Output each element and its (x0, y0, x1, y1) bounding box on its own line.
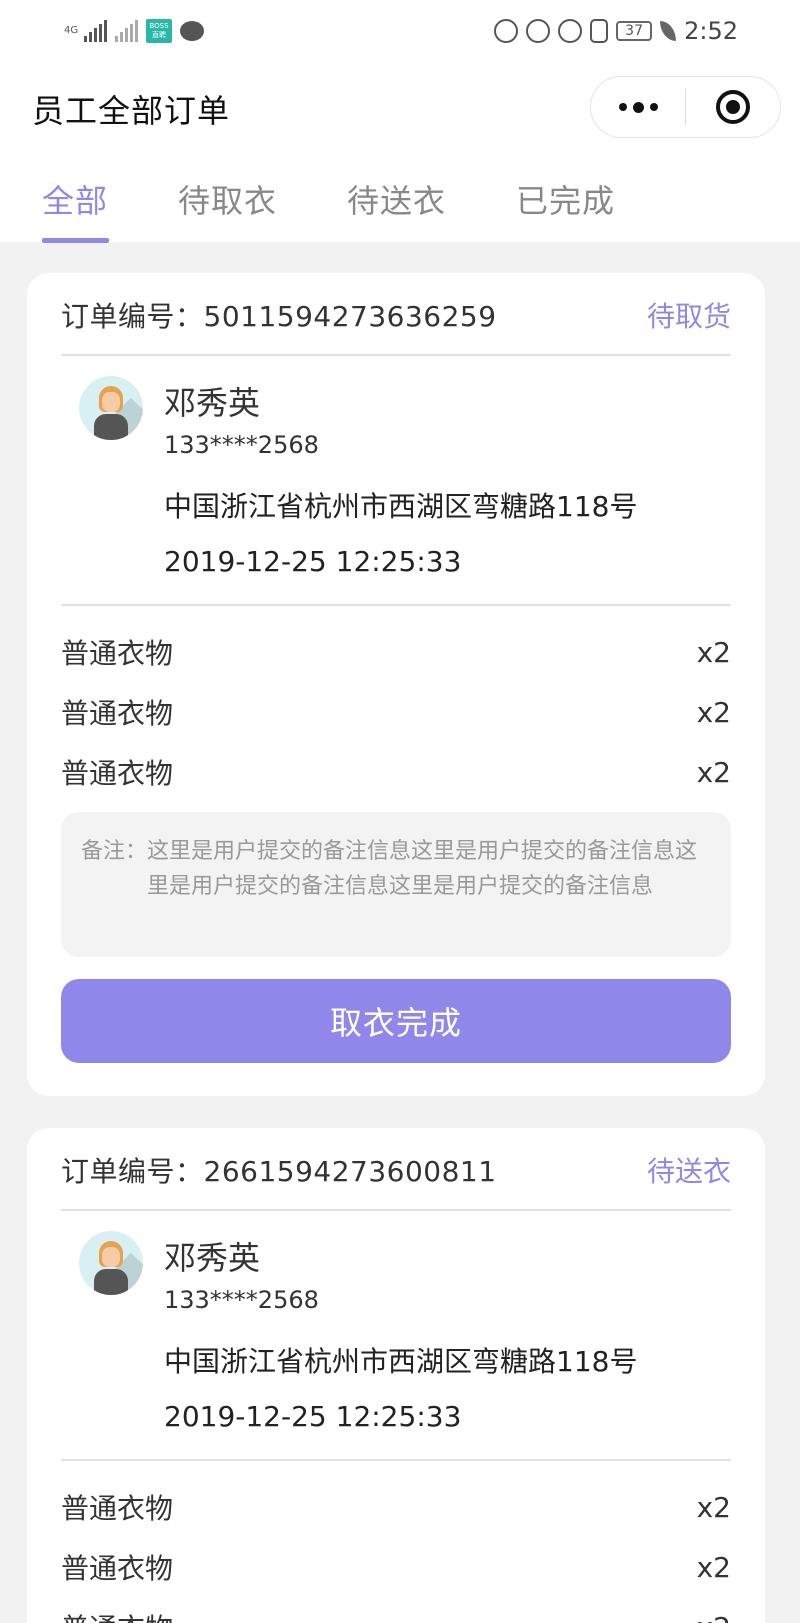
status-bar: 4G BOSS 直聘 37 2:52 (0, 0, 800, 62)
tab-completed[interactable]: 已完成 (516, 176, 615, 222)
boss-badge-line1: BOSS (149, 22, 169, 30)
headphone-icon (494, 19, 519, 43)
item-qty: x2 (696, 1550, 731, 1584)
list-item: 普通衣物 x2 (61, 1547, 731, 1587)
item-qty: x2 (696, 635, 731, 669)
status-bar-right: 37 2:52 (494, 17, 738, 45)
customer-address: 中国浙江省杭州市西湖区弯糖路118号 (164, 1345, 638, 1378)
tab-pending-delivery[interactable]: 待送衣 (347, 176, 446, 222)
list-item: 普通衣物 x2 (61, 692, 731, 732)
avatar (79, 376, 143, 440)
boss-app-icon: BOSS 直聘 (146, 19, 172, 43)
network-type-label: 4G (64, 25, 79, 36)
leaf-icon (660, 21, 677, 41)
divider (61, 354, 731, 356)
customer-name: 邓秀英 (164, 1239, 261, 1277)
avatar (79, 1231, 143, 1295)
miniprogram-capsule (590, 76, 781, 138)
order-card: 订单编号：5011594273636259 待取货 邓秀英 133****256… (27, 273, 765, 1096)
item-qty: x2 (697, 1611, 731, 1623)
alarm-icon (558, 19, 583, 43)
divider (61, 1209, 731, 1211)
boss-badge-line2: 直聘 (152, 31, 166, 39)
tab-all[interactable]: 全部 (42, 176, 108, 222)
vibrate-icon (590, 19, 609, 43)
order-time: 2019-12-25 12:25:33 (164, 1400, 462, 1433)
page-title: 员工全部订单 (32, 92, 231, 130)
active-tab-indicator (42, 238, 109, 243)
note-label: 备注： (81, 839, 148, 864)
item-name: 普通衣物 (61, 1552, 174, 1585)
order-number: 订单编号：5011594273636259 (61, 300, 497, 333)
chat-bubble-icon (180, 21, 204, 41)
eye-icon (526, 19, 551, 43)
more-dots-icon[interactable] (591, 77, 685, 137)
signal-icon (84, 20, 107, 42)
item-name: 普通衣物 (61, 637, 174, 670)
note-text: 这里是用户提交的备注信息这里是用户提交的备注信息这里是用户提交的备注信息这里是用… (147, 839, 698, 899)
battery-icon: 37 (616, 21, 653, 41)
order-tabs: 全部 待取衣 待送衣 已完成 (0, 154, 800, 243)
target-ring-icon[interactable] (686, 77, 780, 137)
order-time: 2019-12-25 12:25:33 (164, 545, 462, 578)
list-item: 普通衣物 x2 (61, 1487, 731, 1527)
note-box: 备注： 这里是用户提交的备注信息这里是用户提交的备注信息这里是用户提交的备注信息… (61, 812, 731, 957)
nav-bar: 员工全部订单 (0, 62, 800, 154)
order-status: 待送衣 (646, 1155, 731, 1188)
item-qty: x2 (696, 1490, 731, 1524)
signal-secondary-icon (115, 20, 138, 42)
tab-pending-pickup[interactable]: 待取衣 (178, 176, 277, 222)
order-status: 待取货 (646, 300, 731, 333)
pickup-complete-button[interactable]: 取衣完成 (61, 979, 731, 1063)
customer-address: 中国浙江省杭州市西湖区弯糖路118号 (164, 490, 638, 523)
clock-time: 2:52 (684, 17, 738, 45)
item-qty: x2 (696, 695, 731, 729)
item-name: 普通衣物 (61, 697, 174, 730)
status-bar-left: 4G BOSS 直聘 (64, 19, 204, 43)
item-name: 普通衣物 (61, 757, 174, 790)
divider (61, 1459, 731, 1461)
item-name: 普通衣物 (61, 1492, 174, 1525)
list-item: 普通衣物 x2 (61, 1607, 731, 1623)
item-qty: x2 (696, 755, 731, 789)
item-name: 普通衣物 (61, 1607, 173, 1623)
order-card: 订单编号：2661594273600811 待送衣 邓秀英 133****256… (27, 1128, 765, 1623)
customer-phone: 133****2568 (164, 1286, 319, 1314)
list-item: 普通衣物 x2 (61, 632, 731, 672)
order-number: 订单编号：2661594273600811 (61, 1155, 497, 1188)
divider (61, 604, 731, 606)
list-item: 普通衣物 x2 (61, 752, 731, 792)
customer-phone: 133****2568 (164, 431, 319, 459)
customer-name: 邓秀英 (164, 384, 261, 422)
